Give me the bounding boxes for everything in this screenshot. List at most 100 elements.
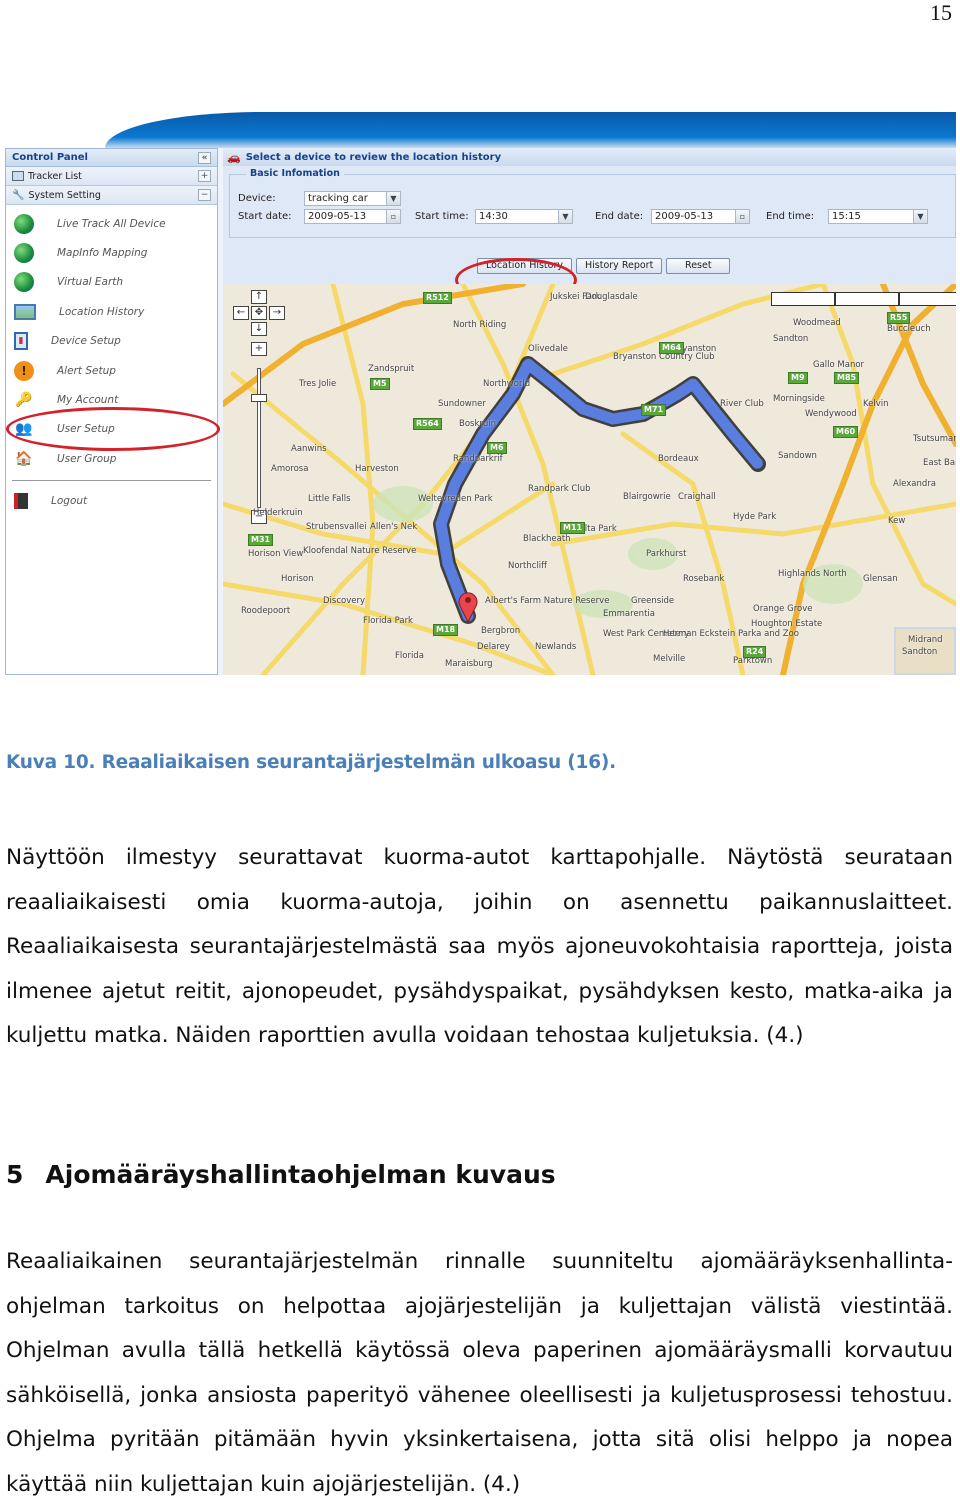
panel-title: Select a device to review the location h…	[245, 151, 502, 163]
place-label: River Club	[720, 399, 764, 409]
chevron-down-icon[interactable]: ▼	[386, 192, 400, 205]
end-time-label: End time:	[766, 211, 815, 222]
globe-icon	[14, 213, 34, 234]
menu-label: Alert Setup	[57, 364, 116, 377]
zoom-in-icon[interactable]: +	[251, 342, 267, 356]
place-label: Boskruin	[459, 419, 497, 429]
time-row: Start date: 2009-05-13 ▫ Start time: 14:3…	[238, 209, 928, 224]
route-map[interactable]: ↑ ← ✥ → ↓ + − Jukskei Park Douglasdale N…	[223, 284, 956, 675]
pan-center-icon[interactable]: ✥	[251, 306, 267, 320]
place-label: Kelvin	[863, 399, 889, 409]
end-time-select[interactable]: 15:15 ▼	[828, 209, 928, 224]
map-type-button[interactable]	[835, 292, 899, 306]
control-panel-header: Control Panel «	[6, 149, 217, 167]
place-label: Rosebank	[683, 574, 725, 584]
place-label: Orange Grove	[753, 604, 813, 614]
menu-item-device-setup[interactable]: ▮ Device Setup	[6, 327, 217, 356]
alert-icon: !	[14, 360, 34, 381]
overview-place: Sandton	[902, 647, 938, 657]
calendar-icon[interactable]: ▫	[386, 210, 400, 223]
end-date-label: End date:	[595, 211, 644, 222]
place-label: Herman Eckstein Parka and Zoo	[663, 629, 799, 639]
start-date-label: Start date:	[238, 211, 292, 222]
fieldset-legend: Basic Infomation	[246, 168, 344, 179]
device-icon: ▮	[14, 332, 28, 351]
place-label: Newlands	[535, 642, 577, 652]
zoom-slider-handle[interactable]	[251, 394, 267, 402]
place-label: Northworld	[483, 379, 531, 389]
device-select[interactable]: tracking car ▼	[304, 191, 401, 206]
route-shield: R24	[743, 646, 767, 658]
overview-map[interactable]: Midrand Sandton	[894, 627, 956, 675]
pan-right-icon[interactable]: →	[269, 306, 285, 320]
expand-icon[interactable]: +	[198, 170, 211, 182]
place-label: Olivedale	[528, 344, 568, 354]
tracker-list-section[interactable]: Tracker List +	[6, 167, 217, 186]
body-paragraph: Näyttöön ilmestyy seurattavat kuorma-aut…	[6, 845, 953, 1048]
menu-label: User Group	[57, 452, 117, 465]
calendar-icon[interactable]: ▫	[735, 210, 749, 223]
place-label: Gallo Manor	[813, 360, 865, 370]
place-label: Hyde Park	[733, 512, 777, 522]
place-label: Maraisburg	[445, 659, 493, 669]
chevron-down-icon[interactable]: ▼	[558, 210, 572, 223]
start-marker-dot	[465, 597, 471, 603]
place-label: Highlands North	[778, 569, 847, 579]
collapse-icon[interactable]: «	[198, 151, 211, 164]
place-label: Buccleuch	[887, 324, 931, 334]
pan-down-icon[interactable]: ↓	[251, 322, 267, 336]
start-date-field[interactable]: 2009-05-13 ▫	[304, 209, 401, 224]
menu-item-logout[interactable]: Logout	[6, 487, 217, 516]
car-icon: 🚗	[227, 150, 241, 164]
place-label: Roodepoort	[241, 606, 291, 616]
reset-button[interactable]: Reset	[666, 258, 731, 274]
menu-label: Virtual Earth	[57, 276, 124, 289]
route-shield: M9	[788, 372, 808, 384]
place-label: Aanwins	[291, 444, 327, 454]
body-paragraph: Reaaliaikainen seurantajärjestelmän rinn…	[6, 1249, 953, 1497]
control-panel-title: Control Panel	[12, 152, 88, 163]
end-date-value: 2009-05-13	[655, 211, 714, 222]
start-time-value: 14:30	[479, 211, 508, 222]
start-time-label: Start time:	[415, 211, 469, 222]
control-panel-sidebar: Control Panel « Tracker List + 🔧 System S…	[5, 148, 220, 675]
collapse-section-icon[interactable]: −	[198, 189, 211, 201]
place-label: Glensan	[863, 574, 898, 584]
zoom-slider[interactable]	[257, 368, 261, 508]
place-label: Weltevreden Park	[418, 494, 493, 504]
place-label: Sandton	[773, 334, 809, 344]
end-date-field[interactable]: 2009-05-13 ▫	[651, 209, 750, 224]
place-label: Blackheath	[523, 534, 571, 544]
pan-left-icon[interactable]: ←	[233, 306, 249, 320]
history-report-button[interactable]: History Report	[576, 258, 663, 274]
wrench-icon: 🔧	[12, 189, 25, 201]
place-label: Emmarentia	[603, 609, 655, 619]
section-title: Ajomääräyshallintaohjelman kuvaus	[45, 1160, 556, 1189]
place-label: Morningside	[773, 394, 825, 404]
pan-up-icon[interactable]: ↑	[251, 290, 267, 304]
place-label: Kew	[888, 516, 906, 526]
route-shield: M11	[560, 522, 586, 534]
menu-item-alert-setup[interactable]: ! Alert Setup	[6, 356, 217, 385]
menu-item-virtual-earth[interactable]: Virtual Earth	[6, 268, 217, 297]
place-label: Sandown	[778, 451, 817, 461]
app-banner	[5, 112, 956, 148]
start-time-select[interactable]: 14:30 ▼	[475, 209, 573, 224]
menu-divider	[12, 479, 211, 481]
map-type-button[interactable]	[899, 292, 956, 306]
route-shield: M6	[487, 442, 507, 454]
place-label: Alexandra	[893, 479, 936, 489]
figure-caption: Kuva 10. Reaaliaikaisen seurantajärjeste…	[6, 752, 616, 773]
place-label: Harveston	[355, 464, 399, 474]
start-date-value: 2009-05-13	[308, 211, 367, 222]
map-type-button[interactable]	[771, 292, 835, 306]
system-setting-section[interactable]: 🔧 System Setting −	[6, 186, 217, 205]
end-time-value: 15:15	[832, 211, 861, 222]
menu-item-location-history[interactable]: Location History	[6, 297, 217, 326]
chevron-down-icon[interactable]: ▼	[913, 210, 927, 223]
place-label: Wendywood	[805, 409, 857, 419]
place-label: Discovery	[323, 596, 365, 606]
menu-item-live-track[interactable]: Live Track All Device	[6, 209, 217, 238]
menu-item-mapinfo[interactable]: MapInfo Mapping	[6, 238, 217, 267]
route-shield: M18	[433, 624, 459, 636]
